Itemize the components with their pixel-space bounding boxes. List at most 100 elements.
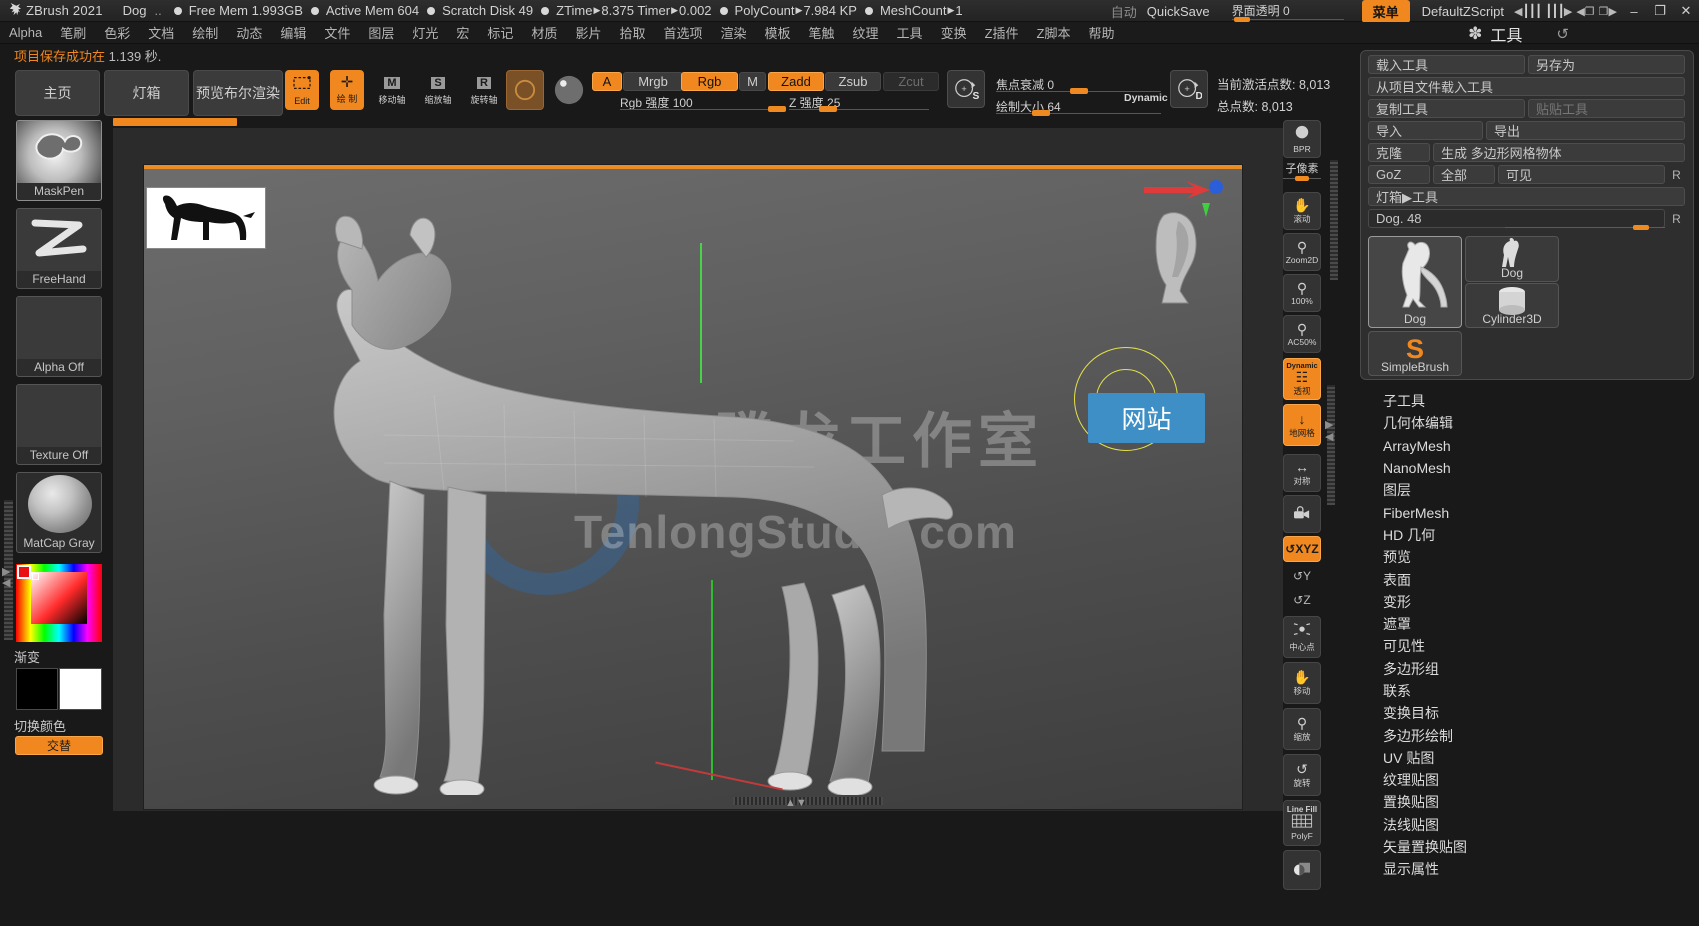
- save-as-button[interactable]: 另存为: [1528, 55, 1685, 74]
- actual-size-button[interactable]: ⚲ 100%: [1283, 274, 1321, 312]
- subpalette-16[interactable]: UV 贴图: [1360, 747, 1694, 769]
- subpalette-0[interactable]: 子工具: [1360, 390, 1694, 412]
- subpalette-11[interactable]: 可见性: [1360, 635, 1694, 657]
- right-toolbar-scrollbar[interactable]: [1327, 385, 1335, 505]
- floor-grid-button[interactable]: ↓ 地网格: [1283, 404, 1321, 446]
- polyframe-button[interactable]: Line Fill PolyF: [1283, 800, 1321, 846]
- minimize-button[interactable]: –: [1621, 4, 1647, 19]
- color-picker[interactable]: [16, 564, 102, 642]
- menu-item-7[interactable]: 文件: [315, 21, 359, 44]
- close-button[interactable]: ✕: [1673, 3, 1699, 19]
- draw-button[interactable]: ✛ 绘 制: [330, 70, 364, 110]
- swatch-texture[interactable]: Texture Off: [16, 384, 102, 465]
- brush-preview-button[interactable]: [506, 70, 544, 110]
- rotate-axis-button[interactable]: R 旋转轴: [467, 70, 501, 110]
- subpalette-1[interactable]: 几何体编辑: [1360, 412, 1694, 434]
- menu-item-1[interactable]: 笔刷: [51, 21, 95, 44]
- tool-name-slider-knob[interactable]: [1633, 225, 1649, 230]
- maximize-button[interactable]: ❐: [1647, 3, 1673, 19]
- rgb-intensity-slider[interactable]: Rgb 强度 100: [620, 94, 786, 112]
- switch-color-label[interactable]: 切换颜色: [14, 716, 66, 735]
- menu-item-20[interactable]: 工具: [888, 21, 932, 44]
- tool-name-field[interactable]: Dog. 48: [1368, 209, 1665, 228]
- z-intensity-slider[interactable]: Z 强度 25: [789, 94, 929, 112]
- quicksave-button[interactable]: QuickSave: [1147, 4, 1210, 19]
- chip-zsub[interactable]: Zsub: [825, 72, 881, 91]
- edit-button[interactable]: Edit: [285, 70, 319, 110]
- load-tool-button[interactable]: 载入工具: [1368, 55, 1525, 74]
- alternate-button[interactable]: 交替: [15, 736, 103, 755]
- menu-item-13[interactable]: 影片: [566, 21, 610, 44]
- refresh-icon[interactable]: ↺: [1556, 25, 1569, 43]
- subpalette-15[interactable]: 多边形绘制: [1360, 724, 1694, 746]
- all-button[interactable]: 全部: [1433, 165, 1495, 184]
- subpalette-13[interactable]: 联系: [1360, 680, 1694, 702]
- scroll-left-button[interactable]: ◀ ┃┃┃: [1514, 4, 1542, 18]
- scale-axis-button[interactable]: S 缩放轴: [421, 70, 455, 110]
- subpalette-8[interactable]: 表面: [1360, 568, 1694, 590]
- symmetry-button[interactable]: ↔ 对称: [1283, 454, 1321, 492]
- menu-item-24[interactable]: 帮助: [1079, 21, 1123, 44]
- subpalette-2[interactable]: ArrayMesh: [1360, 435, 1694, 457]
- menu-item-19[interactable]: 纹理: [844, 21, 888, 44]
- subpalette-4[interactable]: 图层: [1360, 479, 1694, 501]
- menu-button[interactable]: 菜单: [1361, 0, 1410, 23]
- window-arrange-icon[interactable]: ◀❐: [1576, 5, 1594, 18]
- menu-item-17[interactable]: 模板: [756, 21, 800, 44]
- subpalette-17[interactable]: 纹理贴图: [1360, 769, 1694, 791]
- ui-transparency-slider[interactable]: 界面透明 0: [1231, 0, 1344, 22]
- scroll-down-arrow-icon[interactable]: ◀: [2, 576, 10, 589]
- transparency-button[interactable]: [1283, 850, 1321, 890]
- menu-item-2[interactable]: 色彩: [95, 21, 139, 44]
- primary-color-swatch[interactable]: [16, 668, 58, 710]
- menu-item-11[interactable]: 标记: [478, 21, 522, 44]
- chip-m[interactable]: M: [739, 72, 766, 91]
- tool-slot-dog-active[interactable]: Dog: [1368, 236, 1462, 328]
- subpalette-12[interactable]: 多边形组: [1360, 658, 1694, 680]
- swatch-maskpen[interactable]: MaskPen: [16, 120, 102, 201]
- menu-item-23[interactable]: Z脚本: [1028, 21, 1080, 44]
- menu-item-18[interactable]: 笔触: [800, 21, 844, 44]
- slider-knob[interactable]: [1295, 176, 1309, 181]
- lightbox-tool-button[interactable]: 灯箱▶工具: [1368, 187, 1685, 206]
- material-icon[interactable]: [552, 72, 586, 108]
- menu-item-21[interactable]: 变换: [932, 21, 976, 44]
- menu-item-12[interactable]: 材质: [522, 21, 566, 44]
- reference-image[interactable]: [146, 187, 266, 249]
- subpalette-7[interactable]: 预览: [1360, 546, 1694, 568]
- chip-mrgb[interactable]: Mrgb: [623, 72, 683, 91]
- subpalette-10[interactable]: 遮罩: [1360, 613, 1694, 635]
- menu-item-15[interactable]: 首选项: [654, 21, 711, 44]
- subpalette-3[interactable]: NanoMesh: [1360, 457, 1694, 479]
- swatch-freehand[interactable]: FreeHand: [16, 208, 102, 289]
- slider-knob[interactable]: [768, 106, 786, 112]
- home-button[interactable]: 主页: [15, 70, 100, 116]
- slider-knob[interactable]: [1070, 88, 1088, 94]
- preview-bool-render-button[interactable]: 预览布尔渲染: [193, 70, 283, 116]
- zoom-view-button[interactable]: ⚲ 缩放: [1283, 708, 1321, 750]
- menu-item-10[interactable]: 宏: [447, 21, 478, 44]
- canvas-scroll-arrows-icon[interactable]: ▲▼: [785, 797, 807, 809]
- make-polymesh-button[interactable]: 生成 多边形网格物体: [1433, 143, 1685, 162]
- tool-slot-cylinder3d[interactable]: Cylinder3D: [1465, 283, 1559, 328]
- chip-zcut[interactable]: Zcut: [883, 72, 939, 91]
- clone-button[interactable]: 克隆: [1368, 143, 1430, 162]
- viewport[interactable]: 腾龙工作室 TenlongStudio.com 网站: [143, 164, 1243, 810]
- menu-item-9[interactable]: 灯光: [403, 21, 447, 44]
- slider-knob[interactable]: [1032, 110, 1050, 116]
- tool-slot-simplebrush[interactable]: S SimpleBrush: [1368, 331, 1462, 376]
- menu-item-3[interactable]: 文档: [139, 21, 183, 44]
- subpalette-21[interactable]: 显示属性: [1360, 858, 1694, 880]
- center-point-button[interactable]: 中心点: [1283, 616, 1321, 658]
- tool-slot-dog[interactable]: Dog: [1465, 236, 1559, 282]
- web-badge[interactable]: 网站: [1088, 393, 1205, 443]
- import-button[interactable]: 导入: [1368, 121, 1483, 140]
- menu-item-5[interactable]: 动态: [227, 21, 271, 44]
- perspective-button[interactable]: Dynamic ☷ 透视: [1283, 358, 1321, 400]
- menu-item-4[interactable]: 绘制: [183, 21, 227, 44]
- panel-collapse-left-icon[interactable]: ◀: [1325, 430, 1333, 443]
- chip-a[interactable]: A: [592, 72, 622, 91]
- y-axis-button[interactable]: ↺Y: [1283, 564, 1321, 588]
- secondary-color-swatch[interactable]: [59, 668, 102, 710]
- swatch-matcap[interactable]: MatCap Gray: [16, 472, 102, 553]
